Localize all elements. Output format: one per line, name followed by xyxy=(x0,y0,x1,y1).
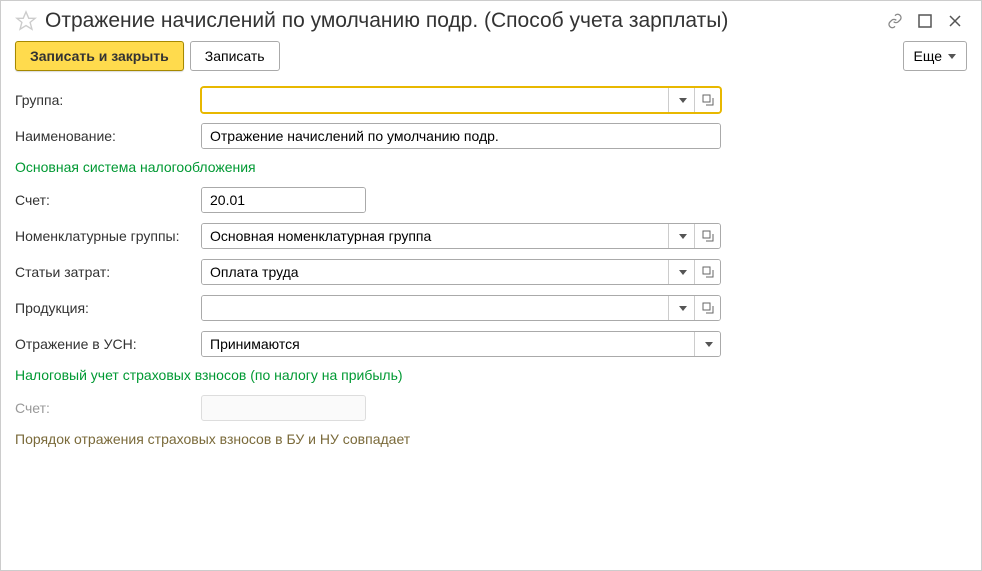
group-field xyxy=(201,87,721,113)
cost-items-open-button[interactable] xyxy=(694,260,720,284)
favorite-star-icon[interactable] xyxy=(15,10,37,32)
nomenclature-label: Номенклатурные группы: xyxy=(15,228,201,244)
chevron-down-icon xyxy=(679,306,687,311)
more-button-label: Еще xyxy=(914,48,943,64)
products-field xyxy=(201,295,721,321)
insurance-note: Порядок отражения страховых взносов в БУ… xyxy=(15,431,967,447)
usn-dropdown-button[interactable] xyxy=(694,332,720,356)
account2-input xyxy=(202,396,366,420)
group-open-button[interactable] xyxy=(694,88,720,112)
account2-label: Счет: xyxy=(15,400,201,416)
chevron-down-icon xyxy=(679,270,687,275)
name-field xyxy=(201,123,721,149)
section-insurance-tax: Налоговый учет страховых взносов (по нал… xyxy=(15,367,967,383)
more-button[interactable]: Еще xyxy=(903,41,968,71)
products-input[interactable] xyxy=(202,296,668,320)
nomenclature-input[interactable] xyxy=(202,224,668,248)
group-dropdown-button[interactable] xyxy=(668,88,694,112)
window-title: Отражение начислений по умолчанию подр. … xyxy=(45,9,879,33)
nomenclature-dropdown-button[interactable] xyxy=(668,224,694,248)
link-icon[interactable] xyxy=(887,13,903,29)
group-input[interactable] xyxy=(202,88,668,112)
account-input[interactable] xyxy=(202,188,366,212)
products-open-button[interactable] xyxy=(694,296,720,320)
usn-field xyxy=(201,331,721,357)
maximize-icon[interactable] xyxy=(917,13,933,29)
products-dropdown-button[interactable] xyxy=(668,296,694,320)
name-label: Наименование: xyxy=(15,128,201,144)
usn-input[interactable] xyxy=(202,332,694,356)
group-label: Группа: xyxy=(15,92,201,108)
save-and-close-button[interactable]: Записать и закрыть xyxy=(15,41,184,71)
products-label: Продукция: xyxy=(15,300,201,316)
account-field xyxy=(201,187,366,213)
name-input[interactable] xyxy=(202,124,720,148)
cost-items-input[interactable] xyxy=(202,260,668,284)
cost-items-label: Статьи затрат: xyxy=(15,264,201,280)
close-icon[interactable] xyxy=(947,13,963,29)
nomenclature-field xyxy=(201,223,721,249)
section-main-tax: Основная система налогообложения xyxy=(15,159,967,175)
chevron-down-icon xyxy=(948,54,956,59)
cost-items-field xyxy=(201,259,721,285)
cost-items-dropdown-button[interactable] xyxy=(668,260,694,284)
account-label: Счет: xyxy=(15,192,201,208)
account2-field xyxy=(201,395,366,421)
nomenclature-open-button[interactable] xyxy=(694,224,720,248)
save-button[interactable]: Записать xyxy=(190,41,280,71)
chevron-down-icon xyxy=(705,342,713,347)
chevron-down-icon xyxy=(679,98,687,103)
chevron-down-icon xyxy=(679,234,687,239)
usn-label: Отражение в УСН: xyxy=(15,336,201,352)
